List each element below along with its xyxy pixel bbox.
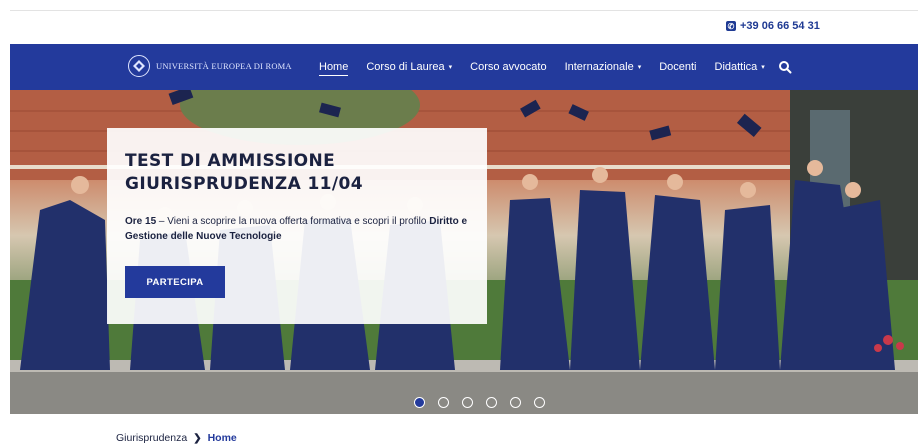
nav-item-label: Docenti bbox=[659, 61, 697, 73]
carousel-dot[interactable] bbox=[486, 397, 497, 408]
nav-menu: Home Corso di Laurea ▾ Corso avvocato Intern… bbox=[310, 44, 792, 90]
breadcrumb: Giurisprudenza ❯ Home bbox=[116, 432, 237, 444]
carousel-dot[interactable] bbox=[510, 397, 521, 408]
main-navbar: UNIVERSITÀ EUROPEA DI ROMA Home Corso di … bbox=[10, 44, 918, 90]
chevron-down-icon: ▾ bbox=[761, 64, 765, 71]
nav-item-label: Corso di Laurea bbox=[366, 61, 445, 73]
nav-item-corso-di-laurea[interactable]: Corso di Laurea ▾ bbox=[357, 44, 461, 90]
carousel-dot[interactable] bbox=[438, 397, 449, 408]
chevron-down-icon: ▾ bbox=[637, 64, 642, 71]
contact-phone[interactable]: ✆ +39 06 66 54 31 bbox=[726, 20, 820, 32]
hero-time: Ore 15 bbox=[125, 216, 157, 227]
hero-text: – Vieni a scoprire la nuova offerta form… bbox=[156, 216, 430, 227]
nav-item-label: Home bbox=[319, 61, 349, 73]
header-divider bbox=[10, 10, 918, 11]
hero-title: TEST DI AMMISSIONE GIURISPRUDENZA 11/04 bbox=[125, 151, 363, 194]
nav-item-docenti[interactable]: Docenti bbox=[650, 44, 705, 90]
chevron-down-icon: ▾ bbox=[448, 64, 453, 71]
nav-item-home[interactable]: Home bbox=[310, 44, 357, 90]
nav-item-label: Didattica bbox=[714, 61, 758, 73]
nav-item-didattica[interactable]: Didattica ▾ bbox=[706, 44, 774, 90]
nav-item-label: Corso avvocato bbox=[470, 61, 547, 73]
carousel-dot[interactable] bbox=[534, 397, 545, 408]
partecipa-button[interactable]: PARTECIPA bbox=[125, 266, 225, 298]
breadcrumb-parent[interactable]: Giurisprudenza bbox=[116, 432, 187, 444]
hero-description: Ore 15 – Vieni a scoprire la nuova offer… bbox=[125, 214, 469, 244]
chevron-right-icon: ❯ bbox=[193, 432, 202, 444]
carousel-dot[interactable] bbox=[414, 397, 425, 408]
nav-item-corso-avvocato[interactable]: Corso avvocato bbox=[461, 44, 555, 90]
phone-icon: ✆ bbox=[726, 21, 736, 31]
brand-name: UNIVERSITÀ EUROPEA DI ROMA bbox=[156, 61, 292, 71]
phone-number: +39 06 66 54 31 bbox=[740, 20, 820, 32]
hero-card: TEST DI AMMISSIONE GIURISPRUDENZA 11/04 … bbox=[107, 128, 487, 324]
carousel-indicators bbox=[414, 397, 545, 408]
search-icon[interactable] bbox=[778, 60, 792, 74]
university-logo-icon bbox=[128, 55, 150, 77]
hero-carousel[interactable]: TEST DI AMMISSIONE GIURISPRUDENZA 11/04 … bbox=[10, 90, 918, 414]
brand-logo[interactable]: UNIVERSITÀ EUROPEA DI ROMA bbox=[128, 55, 292, 77]
nav-item-internazionale[interactable]: Internazionale ▾ bbox=[556, 44, 651, 90]
carousel-dot[interactable] bbox=[462, 397, 473, 408]
breadcrumb-current: Home bbox=[207, 432, 237, 444]
nav-item-label: Internazionale bbox=[564, 61, 634, 73]
